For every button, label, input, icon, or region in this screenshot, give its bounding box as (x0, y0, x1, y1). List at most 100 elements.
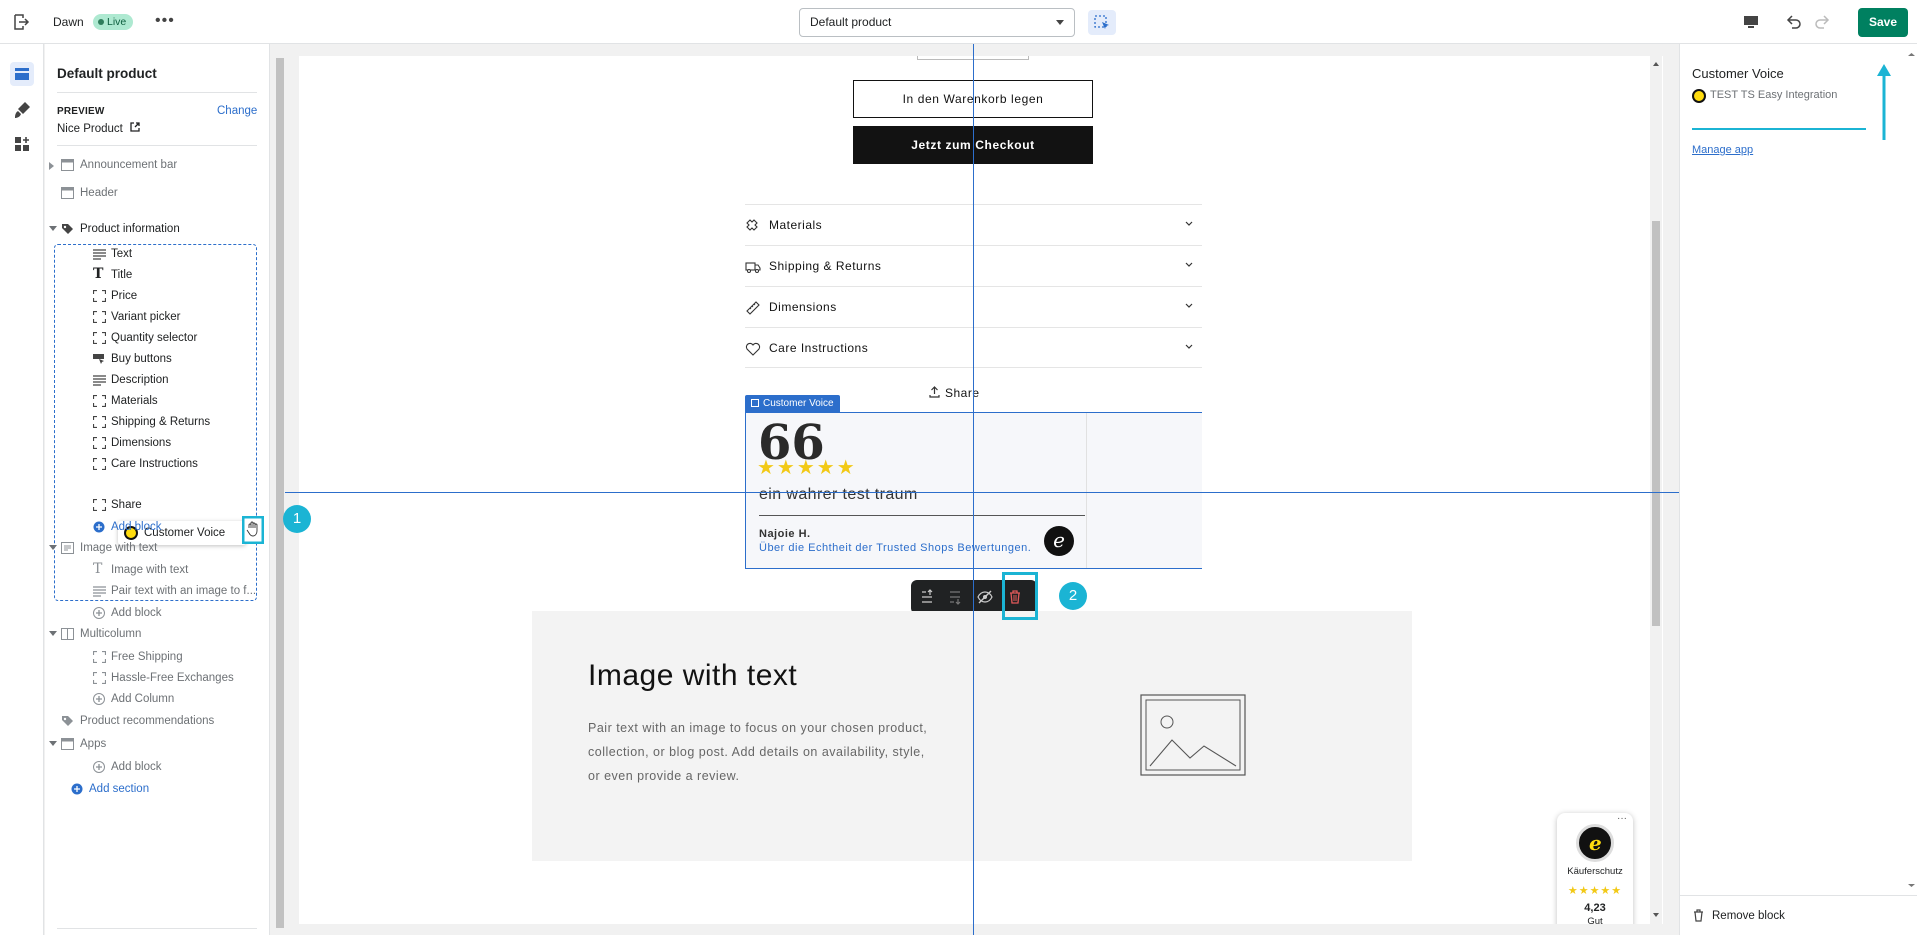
section-product-recommendations[interactable]: Product recommendations (49, 711, 259, 731)
customer-voice-tag[interactable]: Customer Voice (745, 395, 840, 412)
step-badge-2: 2 (1059, 582, 1087, 610)
puzzle-icon (746, 219, 758, 231)
text-lines-icon (93, 249, 106, 260)
move-up-icon[interactable] (919, 589, 935, 605)
trusted-shops-e-icon: e (1044, 526, 1074, 556)
tag-icon (62, 224, 73, 234)
block-frame-icon (93, 672, 106, 684)
divider (57, 145, 257, 146)
divider (1680, 895, 1917, 896)
review-author: Najoie H. (759, 528, 811, 540)
vertical-guide-line (973, 44, 974, 935)
iwt-heading: Image with text (588, 659, 798, 692)
image-with-text-section[interactable]: Image with text Pair text with an image … (532, 611, 1412, 861)
collapse-icon (49, 631, 57, 636)
section-header[interactable]: Header (49, 183, 259, 203)
more-icon[interactable]: ··· (1617, 813, 1627, 824)
share-button[interactable]: Share (929, 386, 980, 400)
scroll-up-icon[interactable] (1652, 60, 1660, 68)
theme-settings-tab[interactable] (10, 98, 34, 122)
section-apps[interactable]: Apps (49, 734, 259, 754)
title-t-icon: T (93, 266, 104, 282)
external-link-icon (130, 122, 140, 132)
divider (759, 515, 1085, 516)
inspector-icon (1094, 15, 1109, 29)
image-text-icon (61, 542, 74, 554)
redo-icon[interactable] (1812, 12, 1832, 32)
desktop-icon[interactable] (1742, 13, 1760, 31)
trusted-shops-badge[interactable]: ··· Käuferschutz ★★★★★ 4,23 Gut (1557, 813, 1633, 924)
more-actions-icon[interactable]: ••• (155, 12, 175, 30)
paintbrush-icon (15, 102, 30, 118)
text-lines-icon (93, 375, 106, 386)
divider (57, 92, 257, 93)
template-select[interactable]: Default product (799, 8, 1075, 37)
section-icon (61, 159, 74, 171)
annotation-underline (1692, 128, 1866, 130)
app-source: TEST TS Easy Integration (1692, 89, 1837, 103)
section-product-information[interactable]: Product information (49, 219, 259, 239)
review-stars: ★★★★★ (757, 457, 857, 479)
exit-icon[interactable] (12, 13, 30, 31)
change-preview-link[interactable]: Change (217, 105, 257, 117)
section-image-with-text[interactable]: Image with text (49, 538, 259, 558)
rating-stars: ★★★★★ (1567, 885, 1623, 897)
sections-sidebar: Default product PREVIEW Change Nice Prod… (45, 44, 270, 935)
annotation-arrow-icon (1877, 64, 1891, 140)
trusted-shops-seal-icon (1576, 824, 1614, 862)
delete-highlight-box (1002, 572, 1038, 620)
collapse-icon (49, 741, 57, 746)
sidebar-scrollbar[interactable] (269, 44, 270, 935)
rating-grade: Gut (1587, 916, 1603, 924)
live-badge: Live (93, 14, 134, 30)
icon-rail (0, 44, 44, 935)
manage-app-link[interactable]: Manage app (1692, 144, 1753, 156)
chevron-down-icon (1185, 344, 1193, 349)
hide-eye-icon[interactable] (977, 589, 993, 605)
tag-icon (62, 716, 73, 726)
inspector-toggle-button[interactable] (1088, 10, 1116, 35)
apps-tab[interactable] (10, 132, 34, 156)
chevron-down-icon (1056, 20, 1064, 25)
block-frame-icon (93, 395, 106, 407)
review-side-panel (1086, 413, 1202, 568)
columns-icon (61, 628, 74, 640)
review-text: ein wahrer test traum (759, 486, 918, 503)
move-down-icon[interactable] (947, 589, 963, 605)
save-button[interactable]: Save (1858, 8, 1908, 37)
collapse-icon (49, 226, 57, 231)
step-badge-1: 1 (283, 505, 311, 533)
block-settings-panel: Customer Voice TEST TS Easy Integration … (1679, 44, 1917, 935)
sections-icon (15, 68, 29, 80)
divider (57, 928, 257, 929)
section-icon (61, 738, 74, 750)
preview-scrollbar[interactable] (1650, 56, 1662, 924)
text-lines-icon (93, 586, 106, 597)
ruler-icon (746, 301, 760, 315)
section-multicolumn[interactable]: Multicolumn (49, 624, 259, 644)
block-frame-icon (93, 332, 106, 344)
remove-block-button[interactable]: Remove block (1692, 909, 1785, 922)
canvas-scrollbar[interactable] (271, 44, 289, 935)
apps-icon (15, 137, 29, 151)
plus-circle-icon (71, 783, 83, 795)
section-announcement-bar[interactable]: Announcement bar (49, 155, 259, 175)
panel-scrollbar[interactable] (1906, 50, 1917, 890)
scroll-down-icon[interactable] (1652, 911, 1660, 919)
image-placeholder-icon (1140, 694, 1246, 776)
buyer-protection-label: Käuferschutz (1567, 866, 1623, 877)
panel-title: Customer Voice (1692, 66, 1784, 81)
plus-circle-icon (93, 761, 105, 773)
chevron-down-icon (1185, 262, 1193, 267)
trusted-shops-logo-icon (1692, 89, 1706, 103)
undo-icon[interactable] (1784, 12, 1804, 32)
expand-icon (49, 162, 54, 170)
trash-icon (1694, 909, 1703, 922)
authenticity-link[interactable]: Über die Echtheit der Trusted Shops Bewe… (759, 542, 1031, 554)
title-t-icon: T (93, 561, 103, 577)
preview-product[interactable]: Nice Product (57, 122, 140, 135)
chevron-down-icon (1185, 221, 1193, 226)
iwt-body: Pair text with an image to focus on your… (588, 721, 928, 783)
chevron-down-icon (1185, 303, 1193, 308)
sections-tab[interactable] (10, 62, 34, 86)
